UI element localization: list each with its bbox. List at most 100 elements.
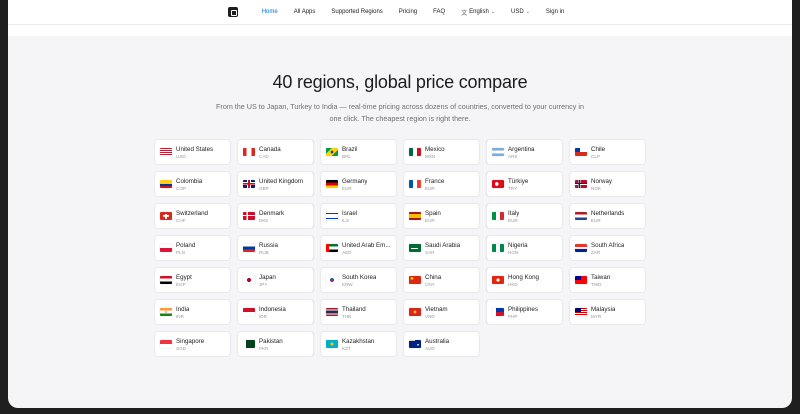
top-navbar: Home All Apps Supported Regions Pricing … xyxy=(8,0,792,24)
region-text: Japan JPY xyxy=(259,274,276,287)
flag-de-icon xyxy=(326,180,338,188)
flag-eg-icon xyxy=(160,276,172,284)
region-name: Norway xyxy=(591,177,612,185)
region-name: Brazil xyxy=(342,145,358,153)
region-card[interactable]: Mexico MXN xyxy=(403,139,480,165)
region-card[interactable]: United Kingdom GBP xyxy=(237,171,314,197)
region-card[interactable]: Italy EUR xyxy=(486,203,563,229)
flag-pl-icon xyxy=(160,244,172,252)
region-name: Argentina xyxy=(508,145,535,153)
region-card[interactable]: Japan JPY xyxy=(237,267,314,293)
region-currency-code: EUR xyxy=(425,185,435,191)
flag-ar-icon xyxy=(492,148,504,156)
flag-gb-icon xyxy=(243,180,255,188)
region-card[interactable]: Germany EUR xyxy=(320,171,397,197)
currency-selector[interactable]: USD ⌄ xyxy=(511,9,530,15)
region-text: Taiwan TWD xyxy=(591,274,610,287)
region-card[interactable]: South Korea KRW xyxy=(320,267,397,293)
region-card[interactable]: Kazakhstan KZT xyxy=(320,331,397,357)
region-card[interactable]: United Arab Em... AED xyxy=(320,235,397,261)
region-currency-code: KZT xyxy=(342,345,351,351)
region-card[interactable]: United States USD xyxy=(154,139,231,165)
region-name: Germany xyxy=(342,177,368,185)
region-currency-code: COP xyxy=(176,185,186,191)
region-name: United States xyxy=(176,145,214,153)
region-card[interactable]: Poland PLN xyxy=(154,235,231,261)
region-card[interactable]: Türkiye TRY xyxy=(486,171,563,197)
region-card[interactable]: Denmark DKK xyxy=(237,203,314,229)
flag-ph-icon xyxy=(492,308,504,316)
region-name: Poland xyxy=(176,241,196,249)
region-card[interactable]: Nigeria NGN xyxy=(486,235,563,261)
region-card[interactable]: Pakistan PKR xyxy=(237,331,314,357)
region-text: Indonesia IDR xyxy=(259,306,286,319)
region-currency-code: BRL xyxy=(342,153,351,159)
region-card[interactable]: Switzerland CHF xyxy=(154,203,231,229)
region-card[interactable]: China CNY xyxy=(403,267,480,293)
language-selector[interactable]: 文 English ⌄ xyxy=(461,8,495,17)
region-currency-code: ILS xyxy=(342,217,349,223)
region-card[interactable]: Saudi Arabia SAR xyxy=(403,235,480,261)
region-grid: United States USD Canada CAD Brazil BRL Mexico… xyxy=(154,139,646,357)
region-name: United Arab Em... xyxy=(342,241,391,249)
region-name: Switzerland xyxy=(176,209,208,217)
region-name: China xyxy=(425,273,442,281)
app-logo-icon[interactable] xyxy=(227,7,238,17)
region-card[interactable]: Russia RUB xyxy=(237,235,314,261)
region-name: Mexico xyxy=(425,145,445,153)
region-card[interactable]: Indonesia IDR xyxy=(237,299,314,325)
nav-home[interactable]: Home xyxy=(262,9,278,15)
region-name: Taiwan xyxy=(591,273,611,281)
region-card[interactable]: Norway NOK xyxy=(569,171,646,197)
flag-ae-icon xyxy=(326,244,338,252)
region-card[interactable]: Vietnam VND xyxy=(403,299,480,325)
region-card[interactable]: Malaysia MYR xyxy=(569,299,646,325)
region-card[interactable]: Colombia COP xyxy=(154,171,231,197)
region-currency-code: VND xyxy=(425,313,435,319)
region-card[interactable]: Netherlands EUR xyxy=(569,203,646,229)
region-card[interactable]: Thailand THB xyxy=(320,299,397,325)
region-text: Canada CAD xyxy=(259,146,281,159)
region-card[interactable]: India INR xyxy=(154,299,231,325)
region-currency-code: INR xyxy=(176,313,184,319)
region-currency-code: IDR xyxy=(259,313,267,319)
region-card[interactable]: Hong Kong HKD xyxy=(486,267,563,293)
nav-faq[interactable]: FAQ xyxy=(433,9,445,15)
region-text: Colombia COP xyxy=(176,178,202,191)
region-card[interactable]: Spain EUR xyxy=(403,203,480,229)
region-text: Norway NOK xyxy=(591,178,612,191)
region-card[interactable]: Brazil BRL xyxy=(320,139,397,165)
region-name: Japan xyxy=(259,273,276,281)
nav-supported-regions[interactable]: Supported Regions xyxy=(331,9,382,15)
region-name: India xyxy=(176,305,190,313)
region-name: Israel xyxy=(342,209,358,217)
region-card[interactable]: Israel ILS xyxy=(320,203,397,229)
flag-ng-icon xyxy=(492,244,504,252)
region-card[interactable]: Taiwan TWD xyxy=(569,267,646,293)
region-card[interactable]: Egypt EGP xyxy=(154,267,231,293)
region-currency-code: THB xyxy=(342,313,352,319)
region-card[interactable]: Singapore SGD xyxy=(154,331,231,357)
region-currency-code: SGD xyxy=(176,345,186,351)
region-text: Italy EUR xyxy=(508,210,519,223)
region-currency-code: ARS xyxy=(508,153,518,159)
signin-link[interactable]: Sign in xyxy=(546,9,564,15)
region-card[interactable]: Chile CLP xyxy=(569,139,646,165)
flag-mx-icon xyxy=(409,148,421,156)
nav-pricing[interactable]: Pricing xyxy=(399,9,417,15)
flag-dk-icon xyxy=(243,212,255,220)
flag-nl-icon xyxy=(575,212,587,220)
region-card[interactable]: Australia AUD xyxy=(403,331,480,357)
flag-au-icon xyxy=(409,340,421,348)
region-name: Denmark xyxy=(259,209,285,217)
region-card[interactable]: Philippines PHP xyxy=(486,299,563,325)
region-card[interactable]: France EUR xyxy=(403,171,480,197)
flag-tw-icon xyxy=(575,276,587,284)
nav-all-apps[interactable]: All Apps xyxy=(294,9,316,15)
region-card[interactable]: Argentina ARS xyxy=(486,139,563,165)
region-card[interactable]: Canada CAD xyxy=(237,139,314,165)
region-currency-code: GBP xyxy=(259,185,269,191)
region-text: Chile CLP xyxy=(591,146,605,159)
region-currency-code: ZAR xyxy=(591,249,601,255)
region-card[interactable]: South Africa ZAR xyxy=(569,235,646,261)
